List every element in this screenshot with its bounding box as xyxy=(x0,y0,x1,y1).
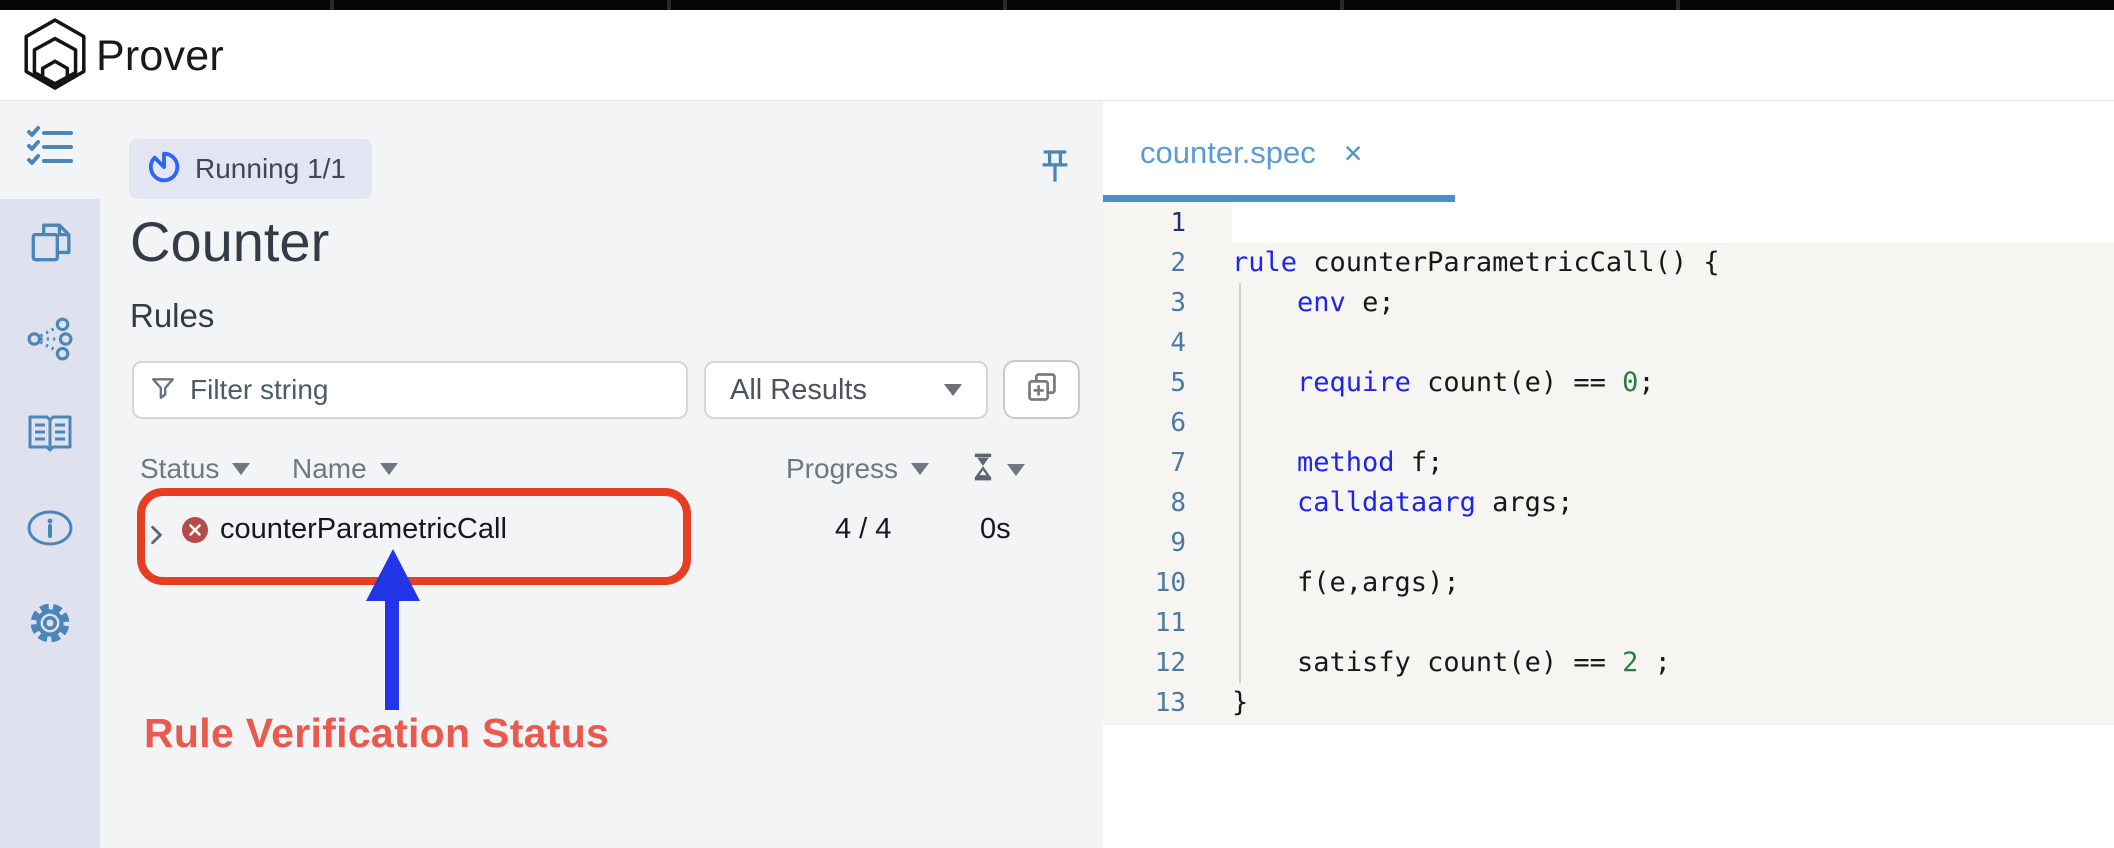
line-number: 2 xyxy=(1103,243,1200,283)
column-label-name: Name xyxy=(292,453,367,485)
code-line: env e; xyxy=(1232,283,2114,323)
run-status-label: Running 1/1 xyxy=(195,153,346,185)
sidebar-item-rules[interactable] xyxy=(0,114,100,184)
code-line xyxy=(1232,403,2114,443)
pin-button[interactable] xyxy=(1033,146,1077,190)
code-line: } xyxy=(1232,683,2114,723)
sidebar-item-contracts[interactable] xyxy=(0,210,100,280)
line-number: 8 xyxy=(1103,483,1200,523)
column-header-duration[interactable] xyxy=(972,453,1025,486)
table-row-counterParametricCall[interactable]: counterParametricCall 4 / 4 0s xyxy=(120,513,1123,569)
code-line xyxy=(1232,323,2114,363)
caret-down-icon[interactable] xyxy=(1007,464,1025,476)
copy-icon xyxy=(27,220,73,271)
column-header-progress[interactable]: Progress xyxy=(786,453,929,485)
tab-counter-spec[interactable]: counter.spec × xyxy=(1140,125,1362,181)
page-title: Counter xyxy=(130,209,329,274)
spec-editor-panel: counter.spec × 12345678910111213 rule co… xyxy=(1103,101,2114,848)
line-number: 1 xyxy=(1103,203,1200,243)
code-line: rule counterParametricCall() { xyxy=(1232,243,2114,283)
app-header: Prover xyxy=(0,10,2114,101)
code-line: f(e,args); xyxy=(1232,563,2114,603)
rules-section-title: Rules xyxy=(130,297,214,335)
line-number: 7 xyxy=(1103,443,1200,483)
duplicate-plus-icon xyxy=(1025,370,1059,409)
code-area: 12345678910111213 rule counterParametric… xyxy=(1103,203,2114,725)
column-header-name[interactable]: Name xyxy=(292,453,398,485)
column-label-status: Status xyxy=(140,453,219,485)
annotation-label: Rule Verification Status xyxy=(144,710,609,757)
info-icon xyxy=(26,509,74,552)
expand-all-button[interactable] xyxy=(1003,360,1080,419)
filter-input[interactable] xyxy=(188,373,672,407)
line-number: 3 xyxy=(1103,283,1200,323)
pin-icon xyxy=(1041,148,1069,189)
code-line xyxy=(1232,523,2114,563)
share-icon xyxy=(27,316,73,367)
run-status-badge[interactable]: Running 1/1 xyxy=(129,139,372,199)
sidebar-item-info[interactable] xyxy=(0,495,100,565)
rule-duration: 0s xyxy=(980,513,1011,546)
line-number: 4 xyxy=(1103,323,1200,363)
app-window: Prover xyxy=(0,0,2114,848)
line-number: 10 xyxy=(1103,563,1200,603)
results-dropdown-value: All Results xyxy=(730,374,944,407)
column-label-progress: Progress xyxy=(786,453,898,485)
line-number: 12 xyxy=(1103,643,1200,683)
code-line: calldataarg args; xyxy=(1232,483,2114,523)
line-number: 5 xyxy=(1103,363,1200,403)
close-icon[interactable]: × xyxy=(1344,137,1363,169)
code-line xyxy=(1232,603,2114,643)
active-tab-indicator xyxy=(1103,195,1455,202)
sidebar-item-settings[interactable] xyxy=(0,590,100,660)
line-number: 9 xyxy=(1103,523,1200,563)
rules-panel: Running 1/1 Counter Rules xyxy=(100,101,1103,848)
prover-logo-text: Prover xyxy=(96,32,224,81)
funnel-icon xyxy=(150,375,176,406)
filter-box xyxy=(132,361,688,419)
code-line: satisfy count(e) == 2 ; xyxy=(1232,643,2114,683)
results-dropdown[interactable]: All Results xyxy=(704,361,988,419)
annotation-arrow-shaft xyxy=(385,599,399,710)
caret-down-icon[interactable] xyxy=(380,463,398,475)
book-icon xyxy=(26,412,74,459)
sidebar-item-docs[interactable] xyxy=(0,400,100,470)
line-number: 6 xyxy=(1103,403,1200,443)
checklist-icon xyxy=(26,125,74,174)
code-lines[interactable]: rule counterParametricCall() { env e; re… xyxy=(1232,203,2114,723)
caret-down-icon[interactable] xyxy=(911,463,929,475)
tab-label: counter.spec xyxy=(1140,135,1316,171)
sidebar xyxy=(0,101,100,848)
sidebar-item-call-trace[interactable] xyxy=(0,306,100,376)
error-status-icon xyxy=(182,517,208,543)
gear-icon xyxy=(27,600,73,651)
prover-logo-icon xyxy=(22,18,88,95)
code-line xyxy=(1232,203,2114,243)
line-number: 13 xyxy=(1103,683,1200,723)
spinner-icon xyxy=(147,150,181,189)
rule-progress: 4 / 4 xyxy=(835,513,891,546)
code-line: method f; xyxy=(1232,443,2114,483)
top-window-strip xyxy=(0,0,2114,10)
prover-logo[interactable]: Prover xyxy=(22,21,224,91)
editor-gutter: 12345678910111213 xyxy=(1103,203,1200,723)
column-header-status[interactable]: Status xyxy=(140,453,250,485)
code-line: require count(e) == 0; xyxy=(1232,363,2114,403)
chevron-right-icon[interactable] xyxy=(150,525,163,550)
chevron-down-icon xyxy=(944,384,962,396)
caret-down-icon[interactable] xyxy=(232,463,250,475)
rule-name: counterParametricCall xyxy=(220,513,507,546)
hourglass-icon xyxy=(972,453,994,486)
line-number: 11 xyxy=(1103,603,1200,643)
